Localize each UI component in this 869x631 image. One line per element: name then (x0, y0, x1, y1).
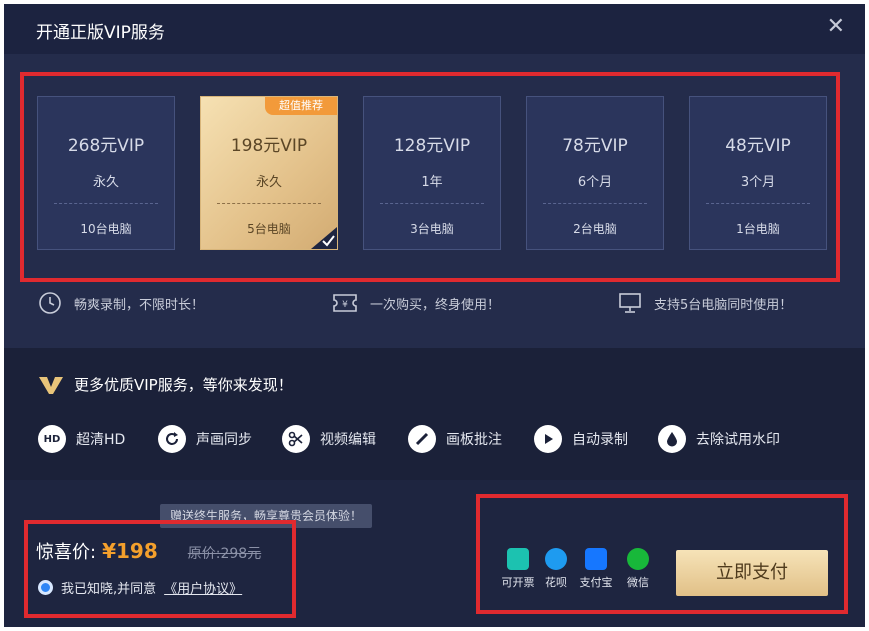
service-item: 声画同步 (158, 424, 252, 454)
plan-period: 永久 (92, 175, 119, 190)
plan-divider (54, 203, 158, 204)
plan-period: 3个月 (740, 175, 776, 190)
service-label: 去除试用水印 (696, 432, 780, 448)
drop-icon (658, 425, 686, 453)
plan-divider (706, 203, 810, 204)
plan-card-128[interactable]: 128元VIP 1年 3台电脑 (363, 96, 501, 250)
plan-divider (543, 203, 647, 204)
agree-text: 我已知晓,并同意 (61, 582, 157, 597)
wechat-icon (627, 548, 649, 570)
plan-card-48[interactable]: 48元VIP 3个月 1台电脑 (689, 96, 827, 250)
feature-text: 一次购买，终身使用！ (370, 297, 501, 313)
recommend-badge: 超值推荐 (265, 97, 337, 115)
pen-icon (408, 425, 436, 453)
scissors-icon (282, 425, 310, 453)
price-value: ¥198 (102, 539, 158, 563)
price-row: 惊喜价: ¥198 原价:298元 (36, 538, 261, 564)
more-services-panel: 更多优质VIP服务，等你来发现！ HD 超清HD 声画同步 视频编辑 画板批注 … (4, 348, 865, 480)
plan-divider (380, 203, 484, 204)
invoice-icon (507, 548, 529, 570)
promo-tooltip: 赠送终生服务，畅享尊贵会员体验！ (160, 504, 373, 528)
payment-method-wechat[interactable]: 微信 (618, 548, 658, 590)
service-label: 自动录制 (572, 432, 628, 448)
feature-item: 畅爽录制，不限时长！ (38, 290, 204, 316)
original-price: 原价:298元 (187, 546, 262, 562)
payment-method-label: 花呗 (545, 576, 567, 589)
service-label: 视频编辑 (320, 432, 376, 448)
plan-card-78[interactable]: 78元VIP 6个月 2台电脑 (526, 96, 664, 250)
plan-card-268[interactable]: 268元VIP 永久 10台电脑 (37, 96, 175, 250)
user-agreement-link[interactable]: 《用户协议》 (164, 578, 242, 597)
vip-dialog: 开通正版VIP服务 ✕ 268元VIP 永久 10台电脑 超值推荐 198元VI… (4, 4, 865, 627)
more-services-title: 更多优质VIP服务，等你来发现！ (74, 376, 293, 394)
plan-card-198[interactable]: 超值推荐 198元VIP 永久 5台电脑 (200, 96, 338, 250)
service-label: 画板批注 (446, 432, 502, 448)
plan-name: 78元VIP (562, 136, 628, 156)
payment-method-alipay[interactable]: 支付宝 (576, 548, 616, 590)
close-icon[interactable]: ✕ (827, 16, 845, 38)
payment-method-label: 微信 (627, 576, 649, 589)
plan-device-count: 2台电脑 (573, 222, 617, 236)
agree-radio[interactable] (38, 580, 53, 595)
payment-method-label: 支付宝 (579, 576, 613, 589)
service-item: 自动录制 (534, 424, 628, 454)
monitor-icon (619, 293, 641, 313)
service-item: 画板批注 (408, 424, 502, 454)
plan-device-count: 3台电脑 (410, 222, 454, 236)
feature-item: ¥ 一次购买，终身使用！ (332, 290, 500, 316)
svg-text:¥: ¥ (342, 300, 348, 310)
play-icon (534, 425, 562, 453)
plan-list: 268元VIP 永久 10台电脑 超值推荐 198元VIP 永久 5台电脑 12… (37, 96, 837, 250)
plan-period: 1年 (421, 175, 443, 190)
plan-name: 48元VIP (725, 136, 791, 156)
sync-icon (158, 425, 186, 453)
plan-name: 268元VIP (67, 136, 145, 156)
checkmark-icon (311, 227, 337, 249)
plan-name: 128元VIP (393, 136, 471, 156)
payment-method-huabei[interactable]: 花呗 (536, 548, 576, 590)
feature-item: 支持5台电脑同时使用！ (618, 290, 792, 316)
huabei-icon (545, 548, 567, 570)
vip-crown-icon (39, 376, 63, 394)
plan-divider (217, 203, 321, 204)
clock-icon (39, 292, 61, 314)
feature-text: 支持5台电脑同时使用！ (654, 297, 793, 313)
pay-now-button[interactable]: 立即支付 (676, 550, 828, 596)
service-label: 超清HD (76, 432, 126, 448)
plans-panel: 268元VIP 永久 10台电脑 超值推荐 198元VIP 永久 5台电脑 12… (4, 54, 865, 348)
plan-name: 198元VIP (230, 136, 308, 156)
service-item: HD 超清HD (38, 424, 125, 454)
dialog-title: 开通正版VIP服务 (36, 23, 165, 43)
feature-text: 畅爽录制，不限时长！ (74, 297, 205, 313)
more-services-heading: 更多优质VIP服务，等你来发现！ (38, 374, 293, 395)
service-item: 去除试用水印 (658, 424, 780, 454)
payment-method-invoice[interactable]: 可开票 (498, 548, 538, 590)
plan-device-count: 1台电脑 (736, 222, 780, 236)
feature-list: 畅爽录制，不限时长！ ¥ 一次购买，终身使用！ 支持5台电脑同时使用！ (38, 290, 828, 316)
plan-period: 永久 (255, 175, 282, 190)
service-label: 声画同步 (196, 432, 252, 448)
plan-device-count: 10台电脑 (80, 222, 132, 236)
service-item: 视频编辑 (282, 424, 376, 454)
price-label: 惊喜价: (36, 542, 97, 563)
ticket-icon: ¥ (333, 294, 357, 312)
plan-period: 6个月 (577, 175, 613, 190)
agreement-row: 我已知晓,并同意 《用户协议》 (38, 578, 242, 597)
payment-method-label: 可开票 (501, 576, 535, 589)
payment-panel: 赠送终生服务，畅享尊贵会员体验！ 惊喜价: ¥198 原价:298元 我已知晓,… (4, 480, 865, 627)
title-bar: 开通正版VIP服务 ✕ (4, 4, 865, 54)
hd-icon: HD (38, 425, 66, 453)
alipay-icon (585, 548, 607, 570)
